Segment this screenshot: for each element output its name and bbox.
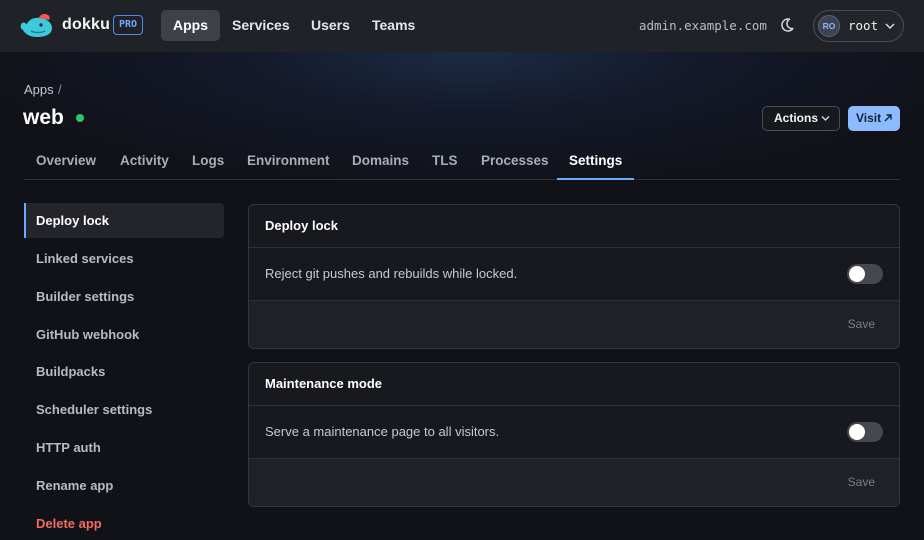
sidebar-item-scheduler-settings[interactable]: Scheduler settings bbox=[24, 392, 224, 427]
visit-button[interactable]: Visit bbox=[848, 106, 900, 131]
breadcrumb-apps[interactable]: Apps bbox=[24, 82, 54, 97]
tab-environment[interactable]: Environment bbox=[235, 144, 342, 180]
card-body: Reject git pushes and rebuilds while loc… bbox=[249, 248, 899, 301]
pro-badge: PRO bbox=[113, 15, 144, 35]
sidebar-item-github-webhook[interactable]: GitHub webhook bbox=[24, 317, 224, 352]
deploy-lock-toggle[interactable] bbox=[847, 264, 883, 284]
whale-logo-icon[interactable] bbox=[19, 13, 55, 39]
tab-tls[interactable]: TLS bbox=[420, 144, 470, 180]
status-indicator bbox=[76, 114, 84, 122]
tab-logs[interactable]: Logs bbox=[180, 144, 236, 180]
nav-link-teams[interactable]: Teams bbox=[360, 10, 427, 41]
card-title: Deploy lock bbox=[249, 205, 899, 248]
tab-processes[interactable]: Processes bbox=[469, 144, 561, 180]
deploy-lock-card: Deploy lock Reject git pushes and rebuil… bbox=[248, 204, 900, 349]
chevron-down-icon bbox=[885, 23, 895, 30]
sidebar-item-rename-app[interactable]: Rename app bbox=[24, 468, 224, 503]
sidebar-item-buildpacks[interactable]: Buildpacks bbox=[24, 354, 224, 389]
sidebar-item-http-auth[interactable]: HTTP auth bbox=[24, 430, 224, 465]
avatar: RO bbox=[818, 15, 840, 37]
card-footer: Save bbox=[249, 301, 899, 348]
nav-link-users[interactable]: Users bbox=[299, 10, 362, 41]
host-name: admin.example.com bbox=[639, 18, 767, 33]
sidebar-item-builder-settings[interactable]: Builder settings bbox=[24, 279, 224, 314]
moon-icon[interactable] bbox=[779, 17, 795, 33]
nav-link-apps[interactable]: Apps bbox=[161, 10, 220, 41]
actions-button-label: Actions bbox=[774, 111, 819, 125]
chevron-down-icon bbox=[821, 116, 830, 121]
page-title: web bbox=[23, 106, 64, 129]
actions-button[interactable]: Actions bbox=[762, 106, 840, 131]
sidebar-item-deploy-lock[interactable]: Deploy lock bbox=[24, 203, 224, 238]
save-button[interactable]: Save bbox=[848, 317, 875, 331]
visit-button-label: Visit bbox=[856, 111, 882, 125]
maintenance-mode-toggle[interactable] bbox=[847, 422, 883, 442]
user-menu-button[interactable]: RO root bbox=[813, 10, 904, 42]
toggle-knob bbox=[849, 266, 865, 282]
sidebar-item-delete-app[interactable]: Delete app bbox=[24, 506, 224, 540]
save-button[interactable]: Save bbox=[848, 475, 875, 489]
user-name: root bbox=[848, 18, 879, 33]
card-description: Serve a maintenance page to all visitors… bbox=[265, 424, 500, 439]
card-description: Reject git pushes and rebuilds while loc… bbox=[265, 266, 518, 281]
external-link-icon bbox=[884, 114, 892, 122]
card-body: Serve a maintenance page to all visitors… bbox=[249, 406, 899, 459]
toggle-knob bbox=[849, 424, 865, 440]
tab-overview[interactable]: Overview bbox=[24, 144, 108, 180]
tab-domains[interactable]: Domains bbox=[340, 144, 421, 180]
card-footer: Save bbox=[249, 459, 899, 506]
sidebar-item-linked-services[interactable]: Linked services bbox=[24, 241, 224, 276]
card-title: Maintenance mode bbox=[249, 363, 899, 406]
maintenance-mode-card: Maintenance mode Serve a maintenance pag… bbox=[248, 362, 900, 507]
nav-link-services[interactable]: Services bbox=[220, 10, 302, 41]
breadcrumb-separator: / bbox=[58, 82, 62, 97]
tab-bar: Overview Activity Logs Environment Domai… bbox=[24, 144, 900, 180]
brand-name[interactable]: dokku bbox=[62, 16, 110, 34]
tab-settings[interactable]: Settings bbox=[557, 144, 635, 180]
tab-activity[interactable]: Activity bbox=[108, 144, 181, 180]
top-navbar: dokku PRO Apps Services Users Teams admi… bbox=[0, 0, 924, 52]
